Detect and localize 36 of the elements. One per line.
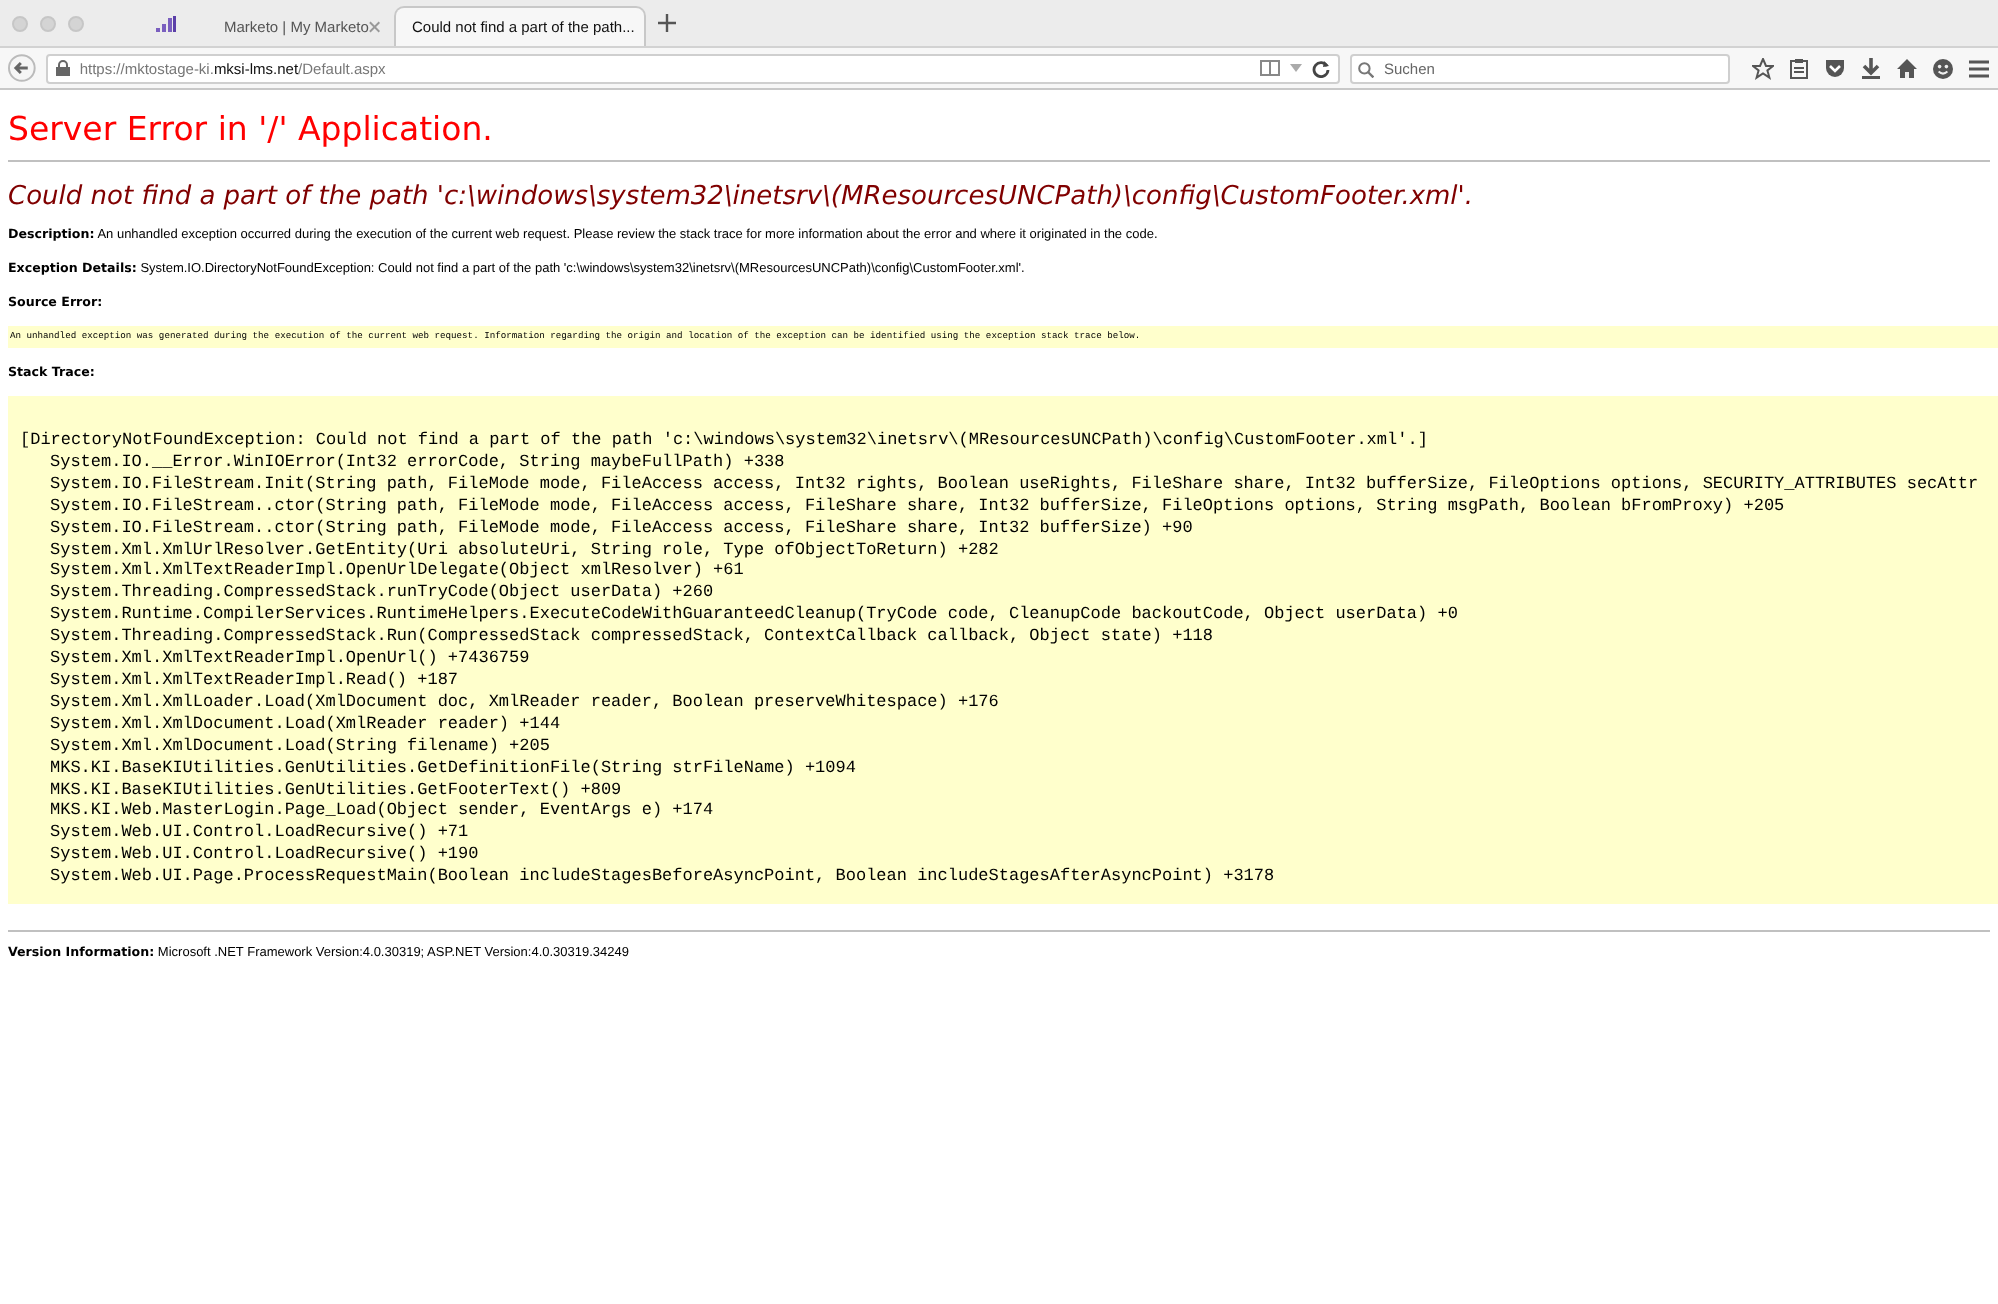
stack-trace-line: System.IO.FileStream..ctor(String path, FileMode mode, FileAccess access, FileShare share, Int32 bufferSize, FileOptions options, String msgPath, Boolean bFromProxy) +205 — [48, 495, 1785, 518]
stack-trace-line: System.Web.UI.Page.ProcessRequestMain(Boolean includeStagesBeforeAsyncPoint, Boolean includeStagesAfterAsyncPoint) +3178 — [48, 866, 1275, 889]
smiley-icon[interactable] — [1932, 57, 1954, 79]
stack-trace-line: MKS.KI.Web.MasterLogin.Page_Load(Object sender, EventArgs e) +174 — [48, 800, 714, 823]
stack-trace-line: System.Xml.XmlTextReaderImpl.OpenUrlDelegate(Object xmlResolver) +61 — [48, 560, 744, 583]
stack-trace-line: System.Threading.CompressedStack.runTryCode(Object userData) +260 — [48, 582, 714, 605]
home-icon[interactable] — [1896, 57, 1918, 79]
stack-trace-line: System.Xml.XmlTextReaderImpl.Read() +187 — [48, 669, 459, 692]
stack-trace-line: System.Web.UI.Control.LoadRecursive() +190 — [48, 844, 479, 867]
bar-chart-icon[interactable] — [156, 15, 176, 31]
stack-trace-line: System.Web.UI.Control.LoadRecursive() +71 — [48, 822, 469, 845]
search-icon[interactable] — [1358, 61, 1374, 77]
stack-trace-line: MKS.KI.BaseKIUtilities.GenUtilities.GetDefinitionFile(String strFileName) +1094 — [48, 757, 856, 779]
download-icon[interactable] — [1860, 57, 1882, 79]
stack-trace-line: System.IO.FileStream..ctor(String path, FileMode mode, FileAccess access, FileShare share, Int32 bufferSize) +90 — [48, 517, 1193, 540]
lock-icon[interactable] — [55, 60, 70, 76]
stack-trace-line: System.Xml.XmlUrlResolver.GetEntity(Uri absoluteUri, String role, Type ofObjectToReturn) +282 — [48, 539, 999, 561]
stack-trace-line: [DirectoryNotFoundException: Could not find a part of the path 'c:\windows\system32\inetsrv\(MResourcesUNCPath)\config\CustomFooter.xml'.] — [20, 430, 1428, 452]
clipboard-icon[interactable] — [1788, 57, 1810, 79]
stack-trace-line: System.Threading.CompressedStack.Run(CompressedStack compressedStack, ContextCallback callback, Object state) +118 — [48, 626, 1213, 649]
stack-trace-line: System.Xml.XmlLoader.Load(XmlDocument doc, XmlReader reader, Boolean preserveWhitespace) +176 — [48, 691, 999, 714]
stack-trace-line: System.Runtime.CompilerServices.RuntimeHelpers.ExecuteCodeWithGuaranteedCleanup(TryCode code, CleanupCode backoutCode, Object userData) +0 — [48, 604, 1458, 627]
menu-icon[interactable] — [1968, 57, 1990, 79]
stack-trace-line: System.Xml.XmlDocument.Load(String filename) +205 — [48, 735, 550, 758]
stack-trace-line: System.Xml.XmlTextReaderImpl.OpenUrl() +7436759 — [48, 648, 530, 670]
reader-view-icon[interactable] — [1260, 60, 1280, 76]
star-icon[interactable] — [1752, 57, 1774, 79]
stack-trace-line: System.IO.FileStream.Init(String path, FileMode mode, FileAccess access, Int32 rights, Boolean useRights, FileShare share, Int32 bufferSize, FileOptions options, SECURITY_ATTRIBUTES secAttr — [48, 473, 1979, 496]
stack-trace-line: MKS.KI.BaseKIUtilities.GenUtilities.GetFooterText() +809 — [48, 779, 622, 801]
stack-trace-line: System.IO.__Error.WinIOError(Int32 errorCode, String maybeFullPath) +338 — [48, 451, 785, 474]
error-heading: Could not find a part of the path 'c:\windows\system32\inetsrv\(MResourcesUNCPath)\config\CustomFooter.xml'. — [8, 182, 1476, 212]
stack-trace-line: System.Xml.XmlDocument.Load(XmlReader reader) +144 — [48, 713, 561, 736]
reload-icon[interactable] — [1312, 59, 1330, 77]
plus-icon[interactable] — [658, 14, 676, 32]
page-title: Server Error in '/' Application. — [8, 110, 495, 148]
pocket-icon[interactable] — [1824, 57, 1846, 79]
